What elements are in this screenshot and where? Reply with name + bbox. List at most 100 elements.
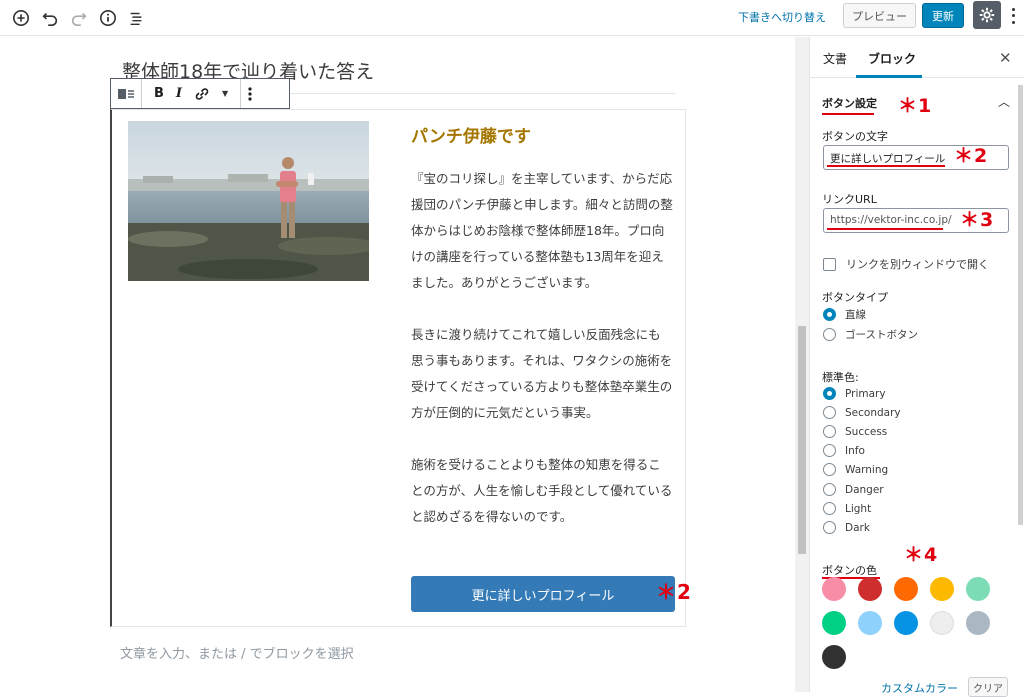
radio-color-info[interactable]: Info: [823, 444, 865, 457]
color-swatch[interactable]: [858, 611, 882, 635]
settings-sidebar: 文書 ブロック ✕ ボタン設定 ＊1 ︿ ボタンの文字 更に詳しいプロフィール …: [809, 37, 1024, 697]
editor-scrollbar-thumb[interactable]: [798, 326, 806, 554]
radio-color-secondary[interactable]: Secondary: [823, 406, 901, 419]
link-url-label: リンクURL: [822, 193, 877, 206]
radio-danger-icon[interactable]: [823, 483, 836, 496]
radio-type-ghost[interactable]: ゴーストボタン: [823, 327, 918, 342]
format-group: B I ▼: [142, 79, 242, 108]
outline-list-icon[interactable]: [124, 6, 148, 30]
block-options-button[interactable]: [241, 79, 259, 108]
radio-primary-label: Primary: [845, 387, 886, 400]
profile-paragraph-2: 長きに渡り続けてこれて嬉しい反面残念にも思う事もあります。それは、ワタクシの施術…: [411, 327, 673, 420]
settings-gear-icon[interactable]: [973, 1, 1001, 29]
sidebar-scrollbar-thumb[interactable]: [1018, 85, 1023, 525]
button-type-label: ボタンタイプ: [822, 291, 888, 304]
new-window-checkbox[interactable]: [823, 257, 836, 271]
standard-color-label: 標準色:: [822, 371, 859, 384]
new-window-label: リンクを別ウィンドウで開く: [846, 258, 989, 271]
preview-button[interactable]: プレビュー: [843, 3, 916, 28]
annotation-mark-4: ＊4: [904, 544, 939, 566]
custom-color-link[interactable]: カスタムカラー: [881, 680, 958, 696]
radio-color-dark[interactable]: Dark: [823, 521, 870, 534]
annotation-underline-2: [827, 165, 945, 167]
color-swatch[interactable]: [966, 577, 990, 601]
sidebar-tabs: 文書 ブロック ✕: [810, 37, 1024, 78]
redo-icon[interactable]: [67, 6, 91, 30]
annotation-mark-2-sidebar: ＊2: [954, 145, 989, 167]
radio-dark-icon[interactable]: [823, 521, 836, 534]
undo-icon[interactable]: [38, 6, 62, 30]
switch-to-draft-link[interactable]: 下書きへ切り替え: [738, 9, 826, 25]
editor-top-toolbar: 下書きへ切り替え プレビュー 更新: [0, 0, 1024, 36]
color-swatch[interactable]: [894, 611, 918, 635]
color-swatch[interactable]: [822, 645, 846, 669]
annotation-underline-1: [822, 113, 874, 115]
profile-paragraph-1: 『宝のコリ探し』を主宰しています、からだ応援団のパンチ伊藤と申します。細々と訪問…: [411, 171, 673, 290]
close-icon[interactable]: ✕: [999, 49, 1012, 67]
radio-light-label: Light: [845, 502, 872, 515]
color-swatch[interactable]: [930, 577, 954, 601]
radio-ghost-icon[interactable]: [823, 328, 836, 341]
profile-text: 『宝のコリ探し』を主宰しています、からだ応援団のパンチ伊藤と申します。細々と訪問…: [411, 166, 673, 556]
color-swatch[interactable]: [822, 611, 846, 635]
radio-warning-label: Warning: [845, 463, 889, 476]
radio-solid-label: 直線: [845, 309, 866, 321]
info-icon[interactable]: [96, 6, 120, 30]
radio-light-icon[interactable]: [823, 502, 836, 515]
radio-solid-icon[interactable]: [823, 308, 836, 321]
chevron-up-icon[interactable]: ︿: [998, 93, 1010, 110]
more-menu-icon[interactable]: [1007, 6, 1019, 26]
radio-color-light[interactable]: Light: [823, 502, 871, 515]
annotation-mark-1: ＊1: [898, 95, 933, 117]
link-icon[interactable]: [194, 86, 210, 102]
color-swatch[interactable]: [894, 577, 918, 601]
radio-warning-icon[interactable]: [823, 463, 836, 476]
radio-success-label: Success: [845, 425, 888, 438]
bold-icon[interactable]: B: [154, 86, 164, 101]
profile-title: パンチ伊藤です: [411, 127, 531, 147]
radio-primary-icon[interactable]: [823, 387, 836, 400]
editor-canvas: 整体師18年で辿り着いた答え B I ▼ パンチ伊藤です 『宝のコリ探し』を主宰…: [0, 37, 795, 692]
tab-document[interactable]: 文書: [823, 50, 847, 67]
annotation-mark-2-canvas: ＊2: [656, 580, 692, 604]
button-color-label: ボタンの色: [822, 564, 877, 577]
radio-danger-label: Danger: [845, 483, 884, 496]
annotation-underline-3: [827, 228, 943, 230]
color-swatch[interactable]: [966, 611, 990, 635]
add-block-icon[interactable]: [9, 6, 33, 30]
radio-success-icon[interactable]: [823, 425, 836, 438]
radio-ghost-label: ゴーストボタン: [845, 329, 918, 341]
radio-color-success[interactable]: Success: [823, 425, 887, 438]
media-text-icon: [118, 88, 134, 99]
button-text-label: ボタンの文字: [822, 130, 888, 143]
radio-color-primary[interactable]: Primary: [823, 387, 886, 400]
vertical-ellipsis-icon: [248, 86, 252, 101]
more-formats-chevron-icon[interactable]: ▼: [222, 89, 228, 98]
block-toolbar: B I ▼: [110, 78, 290, 109]
profile-photo: [128, 121, 369, 281]
radio-dark-label: Dark: [845, 521, 870, 534]
color-swatch[interactable]: [822, 577, 846, 601]
radio-color-warning[interactable]: Warning: [823, 463, 888, 476]
block-type-switcher[interactable]: [111, 79, 142, 108]
tab-block[interactable]: ブロック: [868, 50, 916, 67]
radio-type-solid[interactable]: 直線: [823, 307, 866, 322]
new-window-checkbox-row[interactable]: リンクを別ウィンドウで開く: [823, 256, 989, 272]
profile-link-button[interactable]: 更に詳しいプロフィール: [411, 576, 675, 612]
radio-color-danger[interactable]: Danger: [823, 483, 884, 496]
heading-divider: [270, 93, 675, 94]
radio-secondary-label: Secondary: [845, 406, 901, 419]
color-swatch[interactable]: [930, 611, 954, 635]
paragraph-placeholder[interactable]: 文章を入力、または / でブロックを選択: [120, 643, 354, 662]
active-tab-indicator: [856, 75, 922, 78]
radio-info-icon[interactable]: [823, 444, 836, 457]
italic-icon[interactable]: I: [176, 86, 182, 101]
clear-color-button[interactable]: クリア: [968, 677, 1008, 697]
update-button[interactable]: 更新: [922, 3, 964, 28]
panel-title-button-settings[interactable]: ボタン設定: [822, 95, 877, 111]
radio-secondary-icon[interactable]: [823, 406, 836, 419]
pr-content-block[interactable]: パンチ伊藤です 『宝のコリ探し』を主宰しています、からだ応援団のパンチ伊藤と申し…: [110, 109, 686, 627]
radio-info-label: Info: [845, 444, 865, 457]
color-swatch[interactable]: [858, 577, 882, 601]
annotation-mark-3: ＊3: [960, 209, 995, 231]
